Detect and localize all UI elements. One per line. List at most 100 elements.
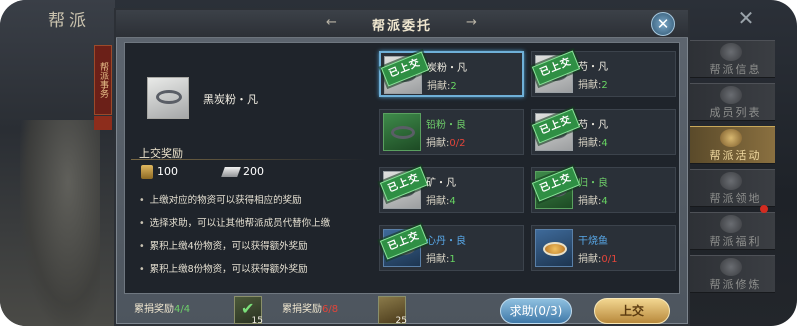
- item-contribution: 捐献:4: [578, 192, 608, 207]
- item-contribution: 捐献:4: [578, 134, 608, 149]
- welfare-icon: [720, 215, 742, 233]
- close-button[interactable]: ✕: [651, 12, 675, 36]
- contribution-value: 2: [601, 80, 608, 91]
- item-thumbnail-icon: [535, 229, 573, 267]
- item-ring-icon[interactable]: [147, 77, 189, 119]
- accumulate-reward-1-label: 累捐奖励: [134, 304, 174, 315]
- item-name: 芍・凡: [578, 62, 608, 73]
- accumulate-reward-1: 累捐奖励4/4: [134, 300, 190, 315]
- contribution-label: 捐献:: [578, 80, 602, 91]
- item-contribution: 捐献:2: [578, 76, 608, 91]
- ring-icon: [391, 126, 415, 139]
- reward-silver: 200: [221, 165, 264, 178]
- contribution-label: 捐献:: [426, 254, 450, 265]
- side-menu-label: 帮派修炼: [709, 278, 762, 291]
- item-contribution: 捐献:0/1: [578, 250, 617, 265]
- accumulate-reward-2-label: 累捐奖励: [282, 304, 322, 315]
- item-contribution: 捐献:0/2: [426, 134, 465, 149]
- item-name: 归・良: [578, 178, 608, 189]
- side-menu-label: 成员列表: [709, 106, 762, 119]
- contribution-scroll-icon: [141, 165, 153, 179]
- reward-divider: [131, 159, 367, 160]
- members-icon: [720, 86, 742, 104]
- side-menu-item[interactable]: 帮派福利: [690, 212, 775, 250]
- dialog-header: ← 帮派委托 → ✕: [116, 10, 688, 38]
- reward-contribution: 100: [141, 165, 178, 179]
- item-name: 炭粉・凡: [427, 63, 467, 74]
- reward-chest-2-icon[interactable]: 25: [378, 296, 407, 326]
- contribution-label: 捐献:: [426, 138, 450, 149]
- background-close-icon[interactable]: ✕: [734, 6, 758, 30]
- bottom-bar: 累捐奖励4/4 ✔ 15 累捐奖励6/8 25 求助(0/3) 上交: [116, 296, 688, 326]
- dialog-content: 黑炭粉・凡 上交奖励 100 200 上缴对应的物资可以获得相应的奖励 选择求助…: [124, 42, 680, 294]
- silver-ingot-icon: [221, 167, 241, 177]
- help-button[interactable]: 求助(0/3): [500, 298, 572, 324]
- side-menu-item[interactable]: 帮派领地: [690, 169, 775, 207]
- commission-item[interactable]: 已上交 归・良 捐献:4: [531, 166, 676, 213]
- contribution-value: 1: [449, 254, 456, 265]
- side-menu-item[interactable]: 帮派活动: [690, 126, 775, 164]
- activity-icon: [720, 129, 742, 147]
- contribution-value: 0/1: [601, 254, 618, 265]
- item-name: 芍・凡: [578, 120, 608, 131]
- item-name: 黑炭粉・凡: [203, 93, 258, 106]
- reward-chest-1-icon[interactable]: ✔ 15: [234, 296, 263, 326]
- side-menu-label: 帮派福利: [709, 235, 762, 248]
- commission-item[interactable]: 已上交 炭粉・凡 捐献:2: [379, 51, 524, 97]
- item-name: 矿・凡: [426, 178, 456, 189]
- game-screen: 帮派 ✕ 帮派事务 帮派信息成员列表帮派活动帮派领地帮派福利帮派修炼 ← 帮派委…: [0, 0, 797, 326]
- side-menu-item[interactable]: 帮派信息: [690, 40, 775, 78]
- contribution-label: 捐献:: [426, 196, 450, 207]
- commission-item[interactable]: 已上交 矿・凡 捐献:4: [379, 166, 524, 213]
- side-red-tab[interactable]: 帮派事务: [94, 45, 112, 115]
- background-title: 帮派: [48, 11, 90, 31]
- accumulate-reward-2-value: 6/8: [322, 304, 339, 315]
- commission-item[interactable]: 干烧鱼捐献:0/1: [531, 225, 676, 271]
- accumulate-reward-1-value: 4/4: [174, 304, 191, 315]
- contribution-value: 4: [601, 196, 608, 207]
- banner-icon: [720, 43, 742, 61]
- item-thumbnail-icon: [383, 113, 421, 151]
- side-menu-label: 帮派领地: [709, 192, 762, 205]
- contribution-label: 捐献:: [427, 81, 451, 92]
- rules-list: 上缴对应的物资可以获得相应的奖励 选择求助，可以让其他帮派成员代替你上缴 累积上…: [139, 189, 379, 281]
- dialog-title: 帮派委托: [371, 19, 432, 34]
- commission-item[interactable]: 已上交 心丹・良 捐献:1: [379, 224, 524, 271]
- commission-item[interactable]: 已上交 芍・凡 捐献:2: [531, 50, 676, 97]
- contribution-value: 2: [450, 81, 457, 92]
- fish-dish-icon: [543, 242, 567, 256]
- red-tab-bar: [94, 116, 112, 130]
- item-contribution: 捐献:2: [427, 77, 457, 92]
- side-menu-label: 帮派活动: [709, 149, 762, 162]
- side-menu-label: 帮派信息: [709, 63, 762, 76]
- reward-chest-1-count: 15: [251, 316, 263, 326]
- contribution-value: 4: [601, 138, 608, 149]
- rule-item: 累积上缴4份物资，可以获得额外奖励: [139, 235, 379, 258]
- item-name: 铅粉・良: [426, 120, 466, 131]
- accumulate-reward-2: 累捐奖励6/8: [282, 300, 338, 315]
- character-figure: [20, 120, 100, 326]
- item-contribution: 捐献:4: [426, 192, 456, 207]
- contribution-label: 捐献:: [578, 254, 602, 265]
- commission-item[interactable]: 已上交 芍・凡 捐献:4: [531, 108, 676, 155]
- reward-chest-2-count: 25: [395, 316, 407, 326]
- rule-item: 选择求助，可以让其他帮派成员代替你上缴: [139, 212, 379, 235]
- side-menu: 帮派信息成员列表帮派活动帮派领地帮派福利帮派修炼: [690, 40, 775, 298]
- contribution-value: 4: [449, 196, 456, 207]
- training-icon: [720, 258, 742, 276]
- info-panel: 黑炭粉・凡 上交奖励 100 200 上缴对应的物资可以获得相应的奖励 选择求助…: [131, 63, 371, 291]
- item-name: 干烧鱼: [578, 236, 608, 247]
- rule-item: 累积上缴8份物资，可以获得额外奖励: [139, 258, 379, 281]
- rule-item: 上缴对应的物资可以获得相应的奖励: [139, 189, 379, 212]
- submit-button[interactable]: 上交: [594, 298, 670, 324]
- territory-icon: [720, 172, 742, 190]
- side-menu-item[interactable]: 成员列表: [690, 83, 775, 121]
- reward-silver-value: 200: [243, 165, 264, 178]
- commission-item[interactable]: 铅粉・良捐献:0/2: [379, 109, 524, 155]
- commission-grid: 已上交 炭粉・凡 捐献:2 已上交 芍・凡 捐献:2 铅粉・良 捐献:0/2 已上交 芍・凡 捐献:…: [379, 47, 677, 291]
- item-contribution: 捐献:1: [426, 250, 456, 265]
- contribution-label: 捐献:: [578, 196, 602, 207]
- side-menu-item[interactable]: 帮派修炼: [690, 255, 775, 293]
- contribution-label: 捐献:: [578, 138, 602, 149]
- reward-contribution-value: 100: [157, 165, 178, 178]
